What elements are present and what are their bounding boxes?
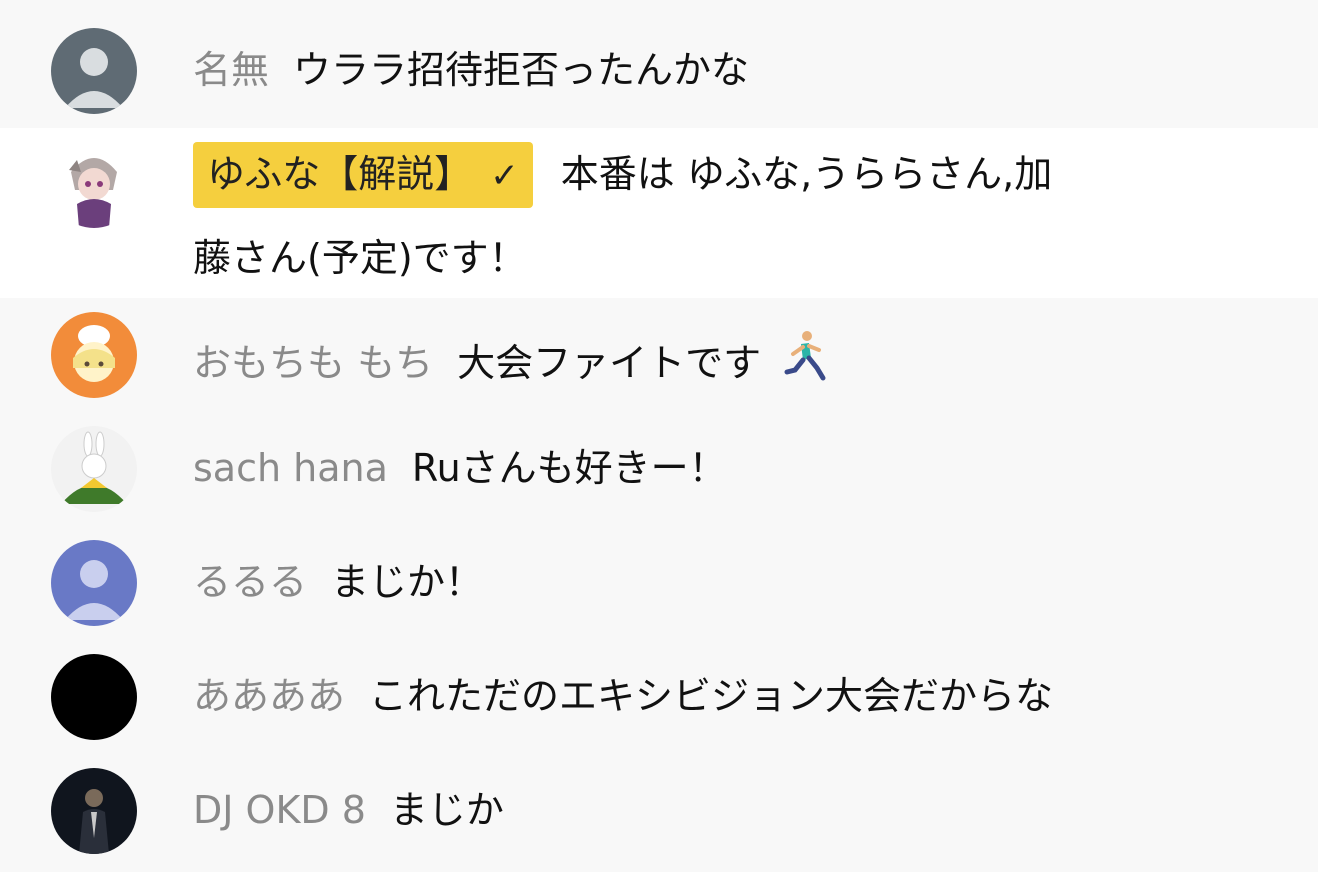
message-text-continued: 藤さん(予定)です！ — [193, 236, 527, 280]
avatar[interactable] — [51, 28, 137, 114]
chat-message: sach hana Ruさんも好きー！ — [0, 412, 1318, 526]
rabbit-avatar-icon — [51, 426, 137, 512]
avatar[interactable] — [51, 654, 137, 740]
message-text: ウララ招待拒否ったんかな — [293, 48, 750, 92]
chat-message: 名無 ウララ招待拒否ったんかな — [0, 0, 1318, 128]
anime-avatar-icon — [51, 142, 137, 228]
message-text: 大会ファイトです — [457, 341, 762, 385]
message-text: 本番は ゆふな,うららさん,加 — [560, 152, 1053, 196]
author-name: ゆふな【解説】 — [207, 152, 473, 196]
author-name[interactable]: DJ OKD 8 — [193, 788, 366, 832]
chat-message: おもちも もち 大会ファイトです — [0, 298, 1318, 412]
message-text: まじか — [389, 788, 504, 832]
avatar[interactable] — [51, 768, 137, 854]
author-name[interactable]: 名無 — [193, 48, 269, 92]
message-text: まじか！ — [331, 560, 484, 604]
chat-message: DJ OKD 8 まじか — [0, 754, 1318, 872]
black-avatar-icon — [51, 654, 137, 740]
verified-check-icon: ✓ — [490, 156, 519, 196]
live-chat-list: 名無 ウララ招待拒否ったんかな ゆふな【解説】 ✓ 本番は ゆふな,うららさん,加 藤… — [0, 0, 1318, 872]
chat-message: るるる まじか！ — [0, 526, 1318, 640]
author-name[interactable]: sach hana — [193, 446, 388, 490]
message-text: Ruさんも好きー！ — [411, 446, 727, 490]
avatar[interactable] — [51, 540, 137, 626]
author-name[interactable]: るるる — [193, 560, 307, 604]
avatar[interactable] — [51, 312, 137, 398]
chat-message-moderator: ゆふな【解説】 ✓ 本番は ゆふな,うららさん,加 藤さん(予定)です！ — [0, 128, 1318, 298]
author-name[interactable]: おもちも もち — [193, 341, 433, 385]
default-user-icon — [51, 540, 137, 626]
moderator-badge[interactable]: ゆふな【解説】 ✓ — [193, 142, 533, 208]
message-text: これただのエキシビジョン大会だからな — [369, 674, 1054, 718]
person-running-icon — [773, 330, 833, 393]
default-user-icon — [51, 28, 137, 114]
author-name[interactable]: ああああ — [193, 674, 345, 718]
avatar[interactable] — [51, 426, 137, 512]
photo-avatar-icon — [51, 768, 137, 854]
avatar[interactable] — [51, 142, 137, 228]
mochi-avatar-icon — [51, 312, 137, 398]
chat-message: ああああ これただのエキシビジョン大会だからな — [0, 640, 1318, 754]
